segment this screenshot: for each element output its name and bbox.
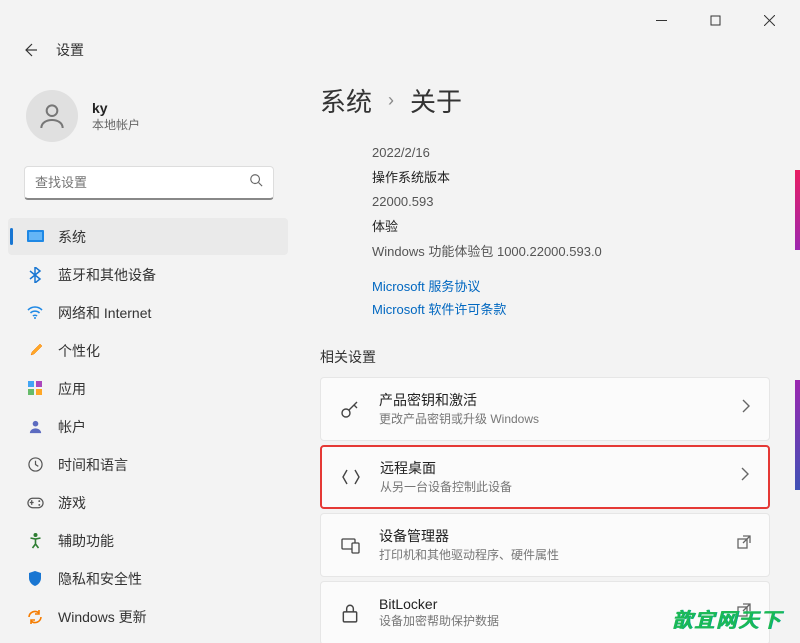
nav-item-apps[interactable]: 应用 <box>8 370 288 407</box>
nav-label: 隐私和安全性 <box>58 569 142 589</box>
card-product-key[interactable]: 产品密钥和激活 更改产品密钥或升级 Windows <box>320 377 770 441</box>
nav-label: Windows 更新 <box>58 607 147 627</box>
chevron-right-icon <box>740 467 750 486</box>
nav-label: 个性化 <box>58 341 100 361</box>
device-icon <box>339 534 361 556</box>
watermark: 歆宜网天下 <box>672 604 782 633</box>
card-subtitle: 从另一台设备控制此设备 <box>380 478 722 495</box>
nav-label: 网络和 Internet <box>58 303 151 323</box>
brush-icon <box>26 342 44 360</box>
sidebar: ky 本地帐户 系统 蓝牙和其他设备 <box>0 70 300 643</box>
chevron-right-icon <box>741 399 751 418</box>
person-icon <box>26 418 44 436</box>
card-device-manager[interactable]: 设备管理器 打印机和其他驱动程序、硬件属性 <box>320 513 770 577</box>
shield-icon <box>26 570 44 588</box>
minimize-button[interactable] <box>638 4 684 36</box>
os-version: 22000.593 <box>372 190 770 215</box>
card-subtitle: 更改产品密钥或升级 Windows <box>379 410 723 427</box>
account-type: 本地帐户 <box>92 116 140 133</box>
breadcrumb-parent[interactable]: 系统 <box>320 82 372 119</box>
card-title: 设备管理器 <box>379 526 719 546</box>
user-block[interactable]: ky 本地帐户 <box>8 78 288 160</box>
key-icon <box>339 398 361 420</box>
wifi-icon <box>26 304 44 322</box>
nav-label: 游戏 <box>58 493 86 513</box>
nav-item-accessibility[interactable]: 辅助功能 <box>8 522 288 559</box>
nav-label: 应用 <box>58 379 86 399</box>
update-icon <box>26 608 44 626</box>
nav-item-personalization[interactable]: 个性化 <box>8 332 288 369</box>
nav-item-privacy[interactable]: 隐私和安全性 <box>8 560 288 597</box>
chevron-right-icon: › <box>388 90 394 111</box>
apps-icon <box>26 380 44 398</box>
username: ky <box>92 100 140 116</box>
bluetooth-icon <box>26 266 44 284</box>
external-link-icon <box>737 535 751 554</box>
card-title: BitLocker <box>379 596 719 612</box>
header: 设置 <box>0 30 800 70</box>
maximize-button[interactable] <box>692 4 738 36</box>
nav-item-network[interactable]: 网络和 Internet <box>8 294 288 331</box>
nav-item-system[interactable]: 系统 <box>8 218 288 255</box>
link-license-terms[interactable]: Microsoft 软件许可条款 <box>372 299 770 321</box>
nav-label: 辅助功能 <box>58 531 114 551</box>
nav-item-accounts[interactable]: 帐户 <box>8 408 288 445</box>
experience-label: 体验 <box>372 215 770 240</box>
nav-item-windows-update[interactable]: Windows 更新 <box>8 598 288 635</box>
remote-icon <box>340 466 362 488</box>
avatar <box>26 90 78 142</box>
link-service-agreement[interactable]: Microsoft 服务协议 <box>372 276 770 298</box>
nav-label: 时间和语言 <box>58 455 128 475</box>
clock-icon <box>26 456 44 474</box>
lock-icon <box>339 602 361 624</box>
about-info: 2022/2/16 操作系统版本 22000.593 体验 Windows 功能… <box>320 141 770 264</box>
os-version-label: 操作系统版本 <box>372 166 770 191</box>
app-title: 设置 <box>56 40 84 60</box>
game-icon <box>26 494 44 512</box>
search-box[interactable] <box>24 166 274 200</box>
search-input[interactable] <box>35 175 249 190</box>
breadcrumb: 系统 › 关于 <box>320 82 770 119</box>
accessibility-icon <box>26 532 44 550</box>
nav-item-time-language[interactable]: 时间和语言 <box>8 446 288 483</box>
breadcrumb-current: 关于 <box>410 82 462 119</box>
card-title: 远程桌面 <box>380 458 722 478</box>
card-remote-desktop[interactable]: 远程桌面 从另一台设备控制此设备 <box>320 445 770 509</box>
related-settings-title: 相关设置 <box>320 347 770 367</box>
card-subtitle: 打印机和其他驱动程序、硬件属性 <box>379 546 719 563</box>
install-date: 2022/2/16 <box>372 141 770 166</box>
search-icon <box>249 173 263 192</box>
card-subtitle: 设备加密帮助保护数据 <box>379 612 719 629</box>
display-icon <box>26 228 44 246</box>
nav-item-bluetooth[interactable]: 蓝牙和其他设备 <box>8 256 288 293</box>
nav-label: 蓝牙和其他设备 <box>58 265 156 285</box>
back-button[interactable] <box>20 40 40 60</box>
nav: 系统 蓝牙和其他设备 网络和 Internet 个性化 应用 <box>8 218 288 635</box>
nav-label: 系统 <box>58 227 86 247</box>
nav-item-gaming[interactable]: 游戏 <box>8 484 288 521</box>
experience-value: Windows 功能体验包 1000.22000.593.0 <box>372 240 770 265</box>
nav-label: 帐户 <box>58 417 86 437</box>
main-content: 系统 › 关于 2022/2/16 操作系统版本 22000.593 体验 Wi… <box>300 70 800 643</box>
close-button[interactable] <box>746 4 792 36</box>
decorative-bar <box>795 170 800 250</box>
decorative-bar <box>795 380 800 490</box>
card-title: 产品密钥和激活 <box>379 390 723 410</box>
links: Microsoft 服务协议 Microsoft 软件许可条款 <box>320 276 770 320</box>
